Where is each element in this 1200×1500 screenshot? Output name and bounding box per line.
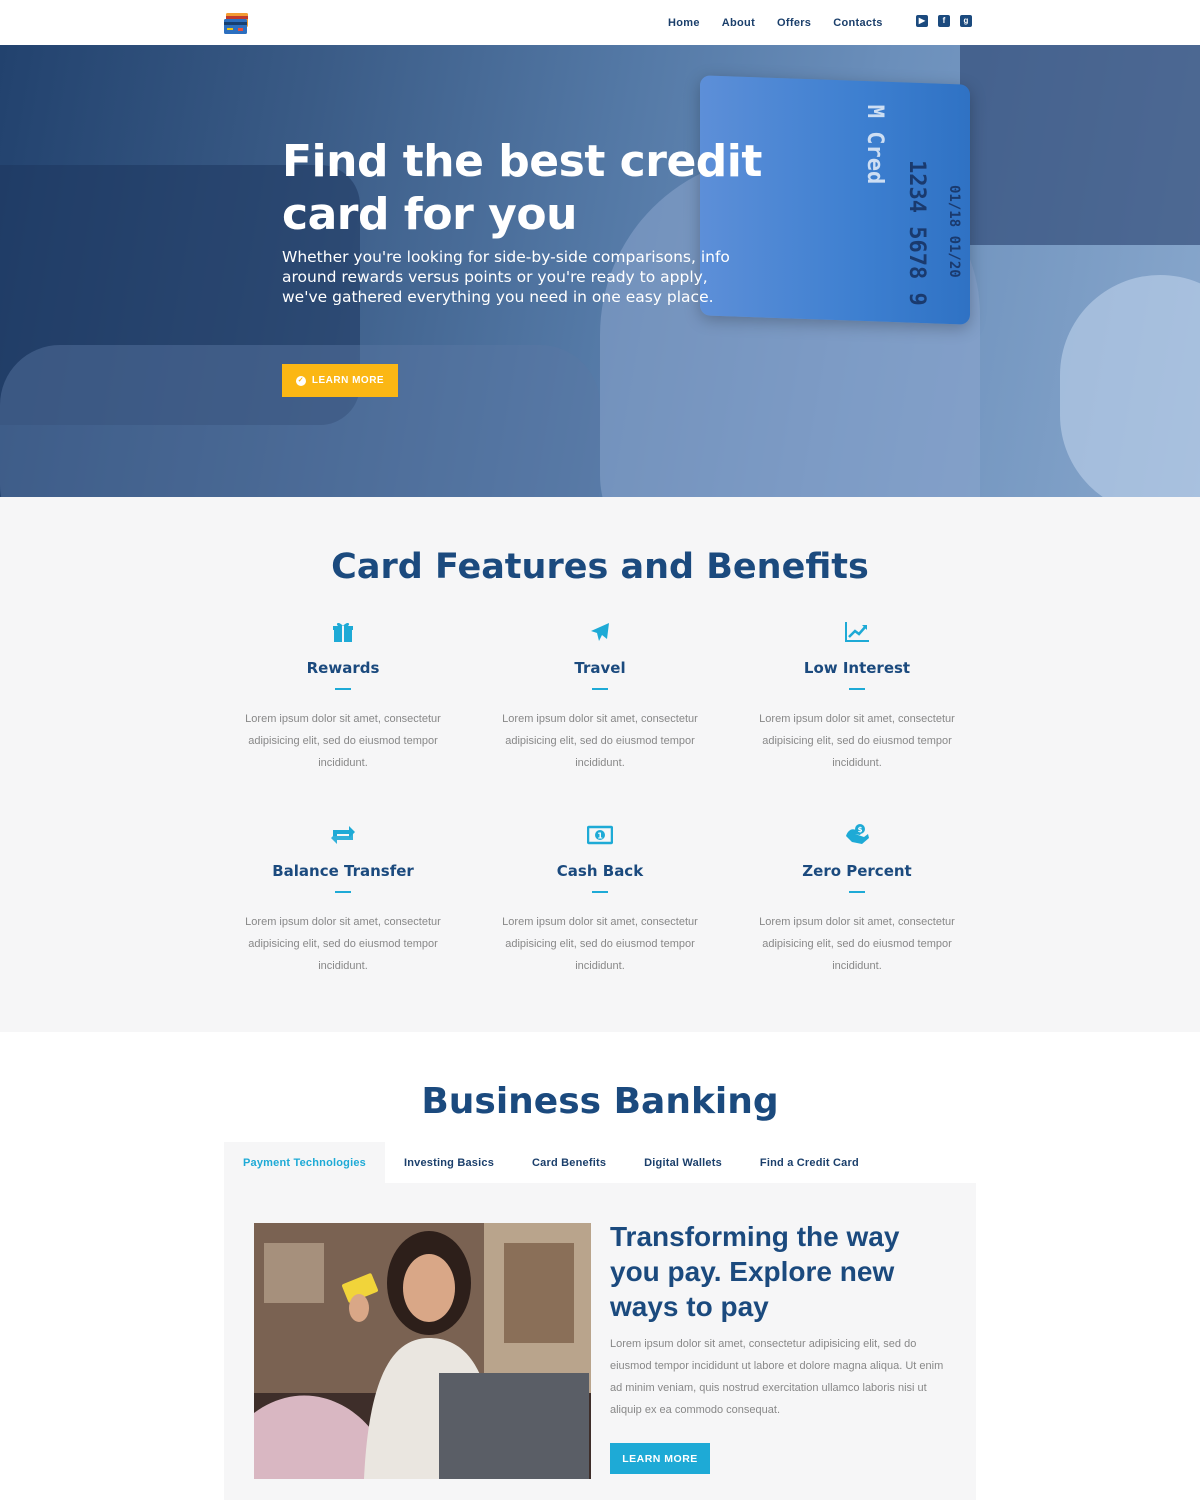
- nav-about-link[interactable]: About: [722, 16, 755, 30]
- feature-title: Balance Transfer: [272, 862, 414, 880]
- card-brand-text: MIUM Cred: [862, 105, 887, 184]
- feature-cash-back: 1 Cash Back Lorem ipsum dolor sit amet, …: [480, 822, 720, 977]
- hero-button-label: LEARN MORE: [311, 375, 385, 386]
- panel-heading: Transforming the way you pay. Explore ne…: [610, 1221, 900, 1322]
- tab-investing-basics[interactable]: Investing Basics: [385, 1142, 513, 1183]
- nav-home-link[interactable]: Home: [668, 16, 700, 30]
- google-plus-icon[interactable]: g: [960, 15, 972, 27]
- main-nav: Home About Offers Contacts: [668, 16, 905, 30]
- card-number-print: MIUM Cred 1234 5678 9012 01/18 01/20: [862, 105, 962, 305]
- features-section: Card Features and Benefits Rewards Lorem…: [0, 497, 1200, 1032]
- tab-panel: Transforming the way you pay. Explore ne…: [224, 1183, 976, 1500]
- plane-icon: [591, 623, 609, 641]
- hand-money-icon: $: [846, 824, 869, 844]
- tab-card-benefits[interactable]: Card Benefits: [513, 1142, 625, 1183]
- check-circle-icon: ✓: [295, 375, 306, 386]
- gift-icon: [333, 622, 353, 642]
- nav-contacts-link[interactable]: Contacts: [833, 16, 882, 30]
- feature-text: Lorem ipsum dolor sit amet, consectetur …: [502, 713, 698, 769]
- hero-background-shape: [1060, 275, 1200, 497]
- divider: [335, 688, 351, 690]
- panel-text: Lorem ipsum dolor sit amet, consectetur …: [610, 1338, 944, 1416]
- card-valid-text: 01/18 01/20: [946, 185, 962, 278]
- facebook-icon[interactable]: f: [938, 15, 950, 27]
- youtube-icon[interactable]: ▶: [916, 15, 928, 27]
- hero-learn-more-button[interactable]: ✓ LEARN MORE: [282, 364, 398, 397]
- business-title: Business Banking: [421, 1081, 779, 1122]
- feature-title: Zero Percent: [802, 862, 912, 880]
- svg-text:$: $: [858, 826, 863, 834]
- hero-background-shape: [960, 45, 1200, 245]
- feature-balance-transfer: Balance Transfer Lorem ipsum dolor sit a…: [223, 822, 463, 977]
- divider: [849, 891, 865, 893]
- feature-text: Lorem ipsum dolor sit amet, consectetur …: [759, 916, 955, 972]
- tab-payment-technologies[interactable]: Payment Technologies: [224, 1142, 385, 1183]
- divider: [335, 891, 351, 893]
- hero-title: Find the best credit card for you: [282, 136, 762, 240]
- site-header: Home About Offers Contacts ▶ f g: [0, 0, 1200, 45]
- line-chart-icon: [845, 622, 869, 642]
- feature-travel: Travel Lorem ipsum dolor sit amet, conse…: [480, 619, 720, 774]
- woman-with-card-photo: [254, 1223, 591, 1479]
- money-bill-icon: 1: [586, 825, 614, 845]
- svg-text:1: 1: [597, 832, 603, 841]
- feature-title: Travel: [574, 659, 626, 677]
- tab-digital-wallets[interactable]: Digital Wallets: [625, 1142, 741, 1183]
- credit-cards-logo[interactable]: [224, 11, 250, 35]
- transfer-arrows-icon: [331, 826, 355, 844]
- divider: [592, 891, 608, 893]
- feature-text: Lorem ipsum dolor sit amet, consectetur …: [245, 916, 441, 972]
- feature-title: Cash Back: [556, 862, 644, 880]
- hero-description: Whether you're looking for side-by-side …: [282, 248, 730, 306]
- social-links: ▶ f g: [916, 15, 972, 27]
- business-tabs: Payment Technologies Investing Basics Ca…: [224, 1142, 976, 1183]
- nav-offers-link[interactable]: Offers: [777, 16, 811, 30]
- features-title: Card Features and Benefits: [331, 547, 869, 587]
- feature-text: Lorem ipsum dolor sit amet, consectetur …: [759, 713, 955, 769]
- feature-low-interest: Low Interest Lorem ipsum dolor sit amet,…: [737, 619, 977, 774]
- feature-title: Rewards: [306, 659, 380, 677]
- card-number-text: 1234 5678 9012: [904, 160, 929, 305]
- divider: [849, 688, 865, 690]
- business-banking-section: Business Banking Payment Technologies In…: [0, 1032, 1200, 1500]
- panel-learn-more-button[interactable]: LEARN MORE: [610, 1443, 710, 1474]
- feature-zero-percent: $ Zero Percent Lorem ipsum dolor sit ame…: [737, 822, 977, 977]
- hero-section: MIUM Cred 1234 5678 9012 01/18 01/20 Fin…: [0, 45, 1200, 497]
- divider: [592, 688, 608, 690]
- feature-text: Lorem ipsum dolor sit amet, consectetur …: [245, 713, 441, 769]
- feature-text: Lorem ipsum dolor sit amet, consectetur …: [502, 916, 698, 972]
- tab-find-a-credit-card[interactable]: Find a Credit Card: [741, 1142, 878, 1183]
- feature-rewards: Rewards Lorem ipsum dolor sit amet, cons…: [223, 619, 463, 774]
- feature-title: Low Interest: [803, 659, 911, 677]
